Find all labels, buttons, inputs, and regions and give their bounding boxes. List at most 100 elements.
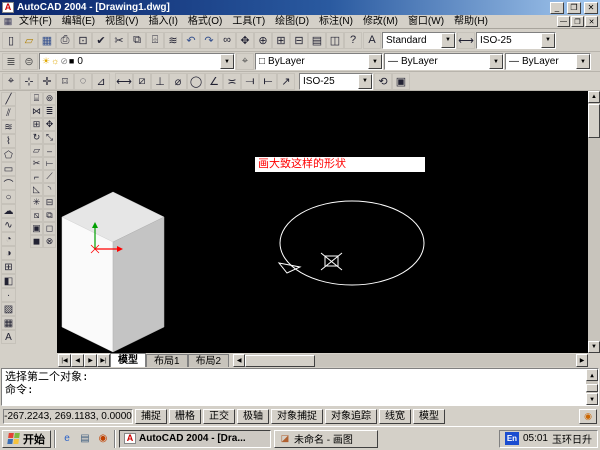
snap-to-point-icon[interactable]: ⌖ (2, 73, 20, 90)
trim-icon[interactable]: ✂ (30, 157, 43, 170)
title-bar[interactable]: A AutoCAD 2004 - [Drawing1.dwg] _ ❐ ✕ (0, 0, 600, 15)
command-prompt-line[interactable]: 命令: (5, 383, 595, 396)
rotate-icon[interactable]: ↻ (30, 131, 43, 144)
move-icon[interactable]: ✥ (43, 118, 56, 131)
lengthen-icon[interactable]: – (43, 144, 56, 157)
menu-item[interactable]: 标注(N) (314, 15, 358, 29)
command-scroll-thumb[interactable] (586, 384, 598, 392)
slice-icon[interactable]: ◼ (30, 235, 43, 248)
intersect-icon[interactable]: ⧉ (43, 209, 56, 222)
minimize-button[interactable]: _ (550, 2, 564, 14)
union-icon[interactable]: ⊟ (43, 196, 56, 209)
menu-item[interactable]: 窗口(W) (403, 15, 449, 29)
dim-style-combo-top[interactable]: ISO-25 ▼ (476, 32, 556, 49)
menu-item[interactable]: 工具(T) (227, 15, 270, 29)
dimension-update-icon[interactable]: ⟲ (374, 73, 392, 90)
spline-icon[interactable]: ∿ (1, 218, 16, 232)
dimension-style-icon[interactable]: ▣ (392, 73, 410, 90)
drawing-canvas[interactable]: 画大致这样的形状 (57, 91, 588, 353)
status-toggle-button[interactable]: 对象追踪 (325, 409, 377, 424)
zoom-previous-icon[interactable]: ⊟ (290, 32, 308, 49)
vertical-scrollbar[interactable]: ▲ ▼ (588, 91, 600, 353)
menu-item[interactable]: 格式(O) (183, 15, 227, 29)
spelling-icon[interactable]: ✔ (92, 32, 110, 49)
chevron-down-icon[interactable]: ▼ (576, 54, 590, 69)
chevron-down-icon[interactable]: ▼ (541, 33, 555, 48)
status-toggle-button[interactable]: 栅格 (169, 409, 201, 424)
status-toggle-button[interactable]: 正交 (203, 409, 235, 424)
ellipse-icon[interactable]: ◔ (1, 232, 16, 246)
command-text-area[interactable]: 选择第二个对象: 命令: ▲ ▼ (1, 368, 599, 406)
multiline-icon[interactable]: ≋ (1, 120, 16, 134)
print-preview-icon[interactable]: ⊡ (74, 32, 92, 49)
copy-object-icon[interactable]: ⊚ (43, 92, 56, 105)
chevron-down-icon[interactable]: ▼ (358, 74, 372, 89)
horizontal-scroll-thumb[interactable] (245, 355, 315, 367)
temporary-track-icon[interactable]: ⊹ (20, 73, 38, 90)
snap-center-icon[interactable]: ◌ (74, 73, 92, 90)
cut-icon[interactable]: ✂ (110, 32, 128, 49)
close-button[interactable]: ✕ (584, 2, 598, 14)
undo-icon[interactable]: ↶ (182, 32, 200, 49)
make-block-icon[interactable]: ◧ (1, 274, 16, 288)
arc-icon[interactable]: ⌒ (1, 176, 16, 190)
tab-prev-button[interactable]: ◀ (71, 354, 84, 367)
chamfer-icon[interactable]: ◺ (30, 183, 43, 196)
tab-model[interactable]: 模型 (110, 353, 146, 367)
menu-item[interactable]: 编辑(E) (57, 15, 100, 29)
tray-clock[interactable]: 05:01 (523, 433, 548, 444)
construction-line-icon[interactable]: ⫽ (1, 106, 16, 120)
show-desktop-icon[interactable]: ▤ (77, 431, 93, 447)
layer-properties-manager-icon[interactable]: ≣ (2, 53, 20, 70)
extrude-icon[interactable]: ▣ (30, 222, 43, 235)
chevron-down-icon[interactable]: ▼ (489, 54, 503, 69)
redo-icon[interactable]: ↷ (200, 32, 218, 49)
subtract-icon[interactable]: ⧅ (30, 209, 43, 222)
tab-next-button[interactable]: ▶ (84, 354, 97, 367)
point-icon[interactable]: ∙ (1, 288, 16, 302)
internet-explorer-icon[interactable]: e (59, 431, 75, 447)
hatch-icon[interactable]: ▨ (1, 302, 16, 316)
dim-style-icon[interactable]: ⟷ (457, 32, 475, 49)
revcloud-icon[interactable]: ☁ (1, 204, 16, 218)
continue-dimension-icon[interactable]: ⟝ (259, 73, 277, 90)
status-toggle-button[interactable]: 线宽 (379, 409, 411, 424)
paste-icon[interactable]: ⌹ (146, 32, 164, 49)
designcenter-icon[interactable]: ◫ (326, 32, 344, 49)
layer-states-icon[interactable]: ⊜ (20, 53, 38, 70)
tab-layout1[interactable]: 布局1 (146, 354, 188, 367)
tab-last-button[interactable]: ▶| (97, 354, 110, 367)
match-properties-icon[interactable]: ≋ (164, 32, 182, 49)
menu-item[interactable]: 修改(M) (358, 15, 403, 29)
help-icon[interactable]: ? (344, 32, 362, 49)
break-icon[interactable]: ⟋ (43, 170, 56, 183)
linear-dimension-icon[interactable]: ⟷ (115, 73, 133, 90)
status-toggle-button[interactable]: 极轴 (237, 409, 269, 424)
start-button[interactable]: 开始 (2, 430, 51, 448)
status-toggle-button[interactable]: 对象捕捉 (271, 409, 323, 424)
offset-icon[interactable]: ≣ (43, 105, 56, 118)
scroll-left-icon[interactable]: ◀ (233, 354, 245, 367)
status-toggle-button[interactable]: 捕捉 (135, 409, 167, 424)
polyline-icon[interactable]: ⌇ (1, 134, 16, 148)
baseline-dimension-icon[interactable]: ⟞ (241, 73, 259, 90)
maximize-button[interactable]: ❐ (567, 2, 581, 14)
menu-item[interactable]: 帮助(H) (449, 15, 493, 29)
snap-from-icon[interactable]: ✛ (38, 73, 56, 90)
pan-icon[interactable]: ✥ (236, 32, 254, 49)
line-icon[interactable]: ╱ (1, 92, 16, 106)
command-scrollbar[interactable]: ▲ ▼ (586, 369, 598, 405)
make-object-layer-current-icon[interactable]: ⌖ (236, 53, 254, 70)
aligned-dimension-icon[interactable]: ⧄ (133, 73, 151, 90)
menu-item[interactable]: 文件(F) (14, 15, 57, 29)
status-toggle-button[interactable]: 模型 (413, 409, 445, 424)
tab-layout2[interactable]: 布局2 (188, 354, 230, 367)
break-point-icon[interactable]: ⌐ (30, 170, 43, 183)
chevron-down-icon[interactable]: ▼ (368, 54, 382, 69)
text-style-icon[interactable]: A (363, 32, 381, 49)
ordinate-dimension-icon[interactable]: ⊥ (151, 73, 169, 90)
media-player-icon[interactable]: ◉ (95, 431, 111, 447)
scroll-down-icon[interactable]: ▼ (586, 393, 598, 405)
taskbar-item-autocad[interactable]: A AutoCAD 2004 - [Dra... (119, 430, 271, 448)
drawing-document-icon[interactable]: ▦ (2, 16, 14, 27)
